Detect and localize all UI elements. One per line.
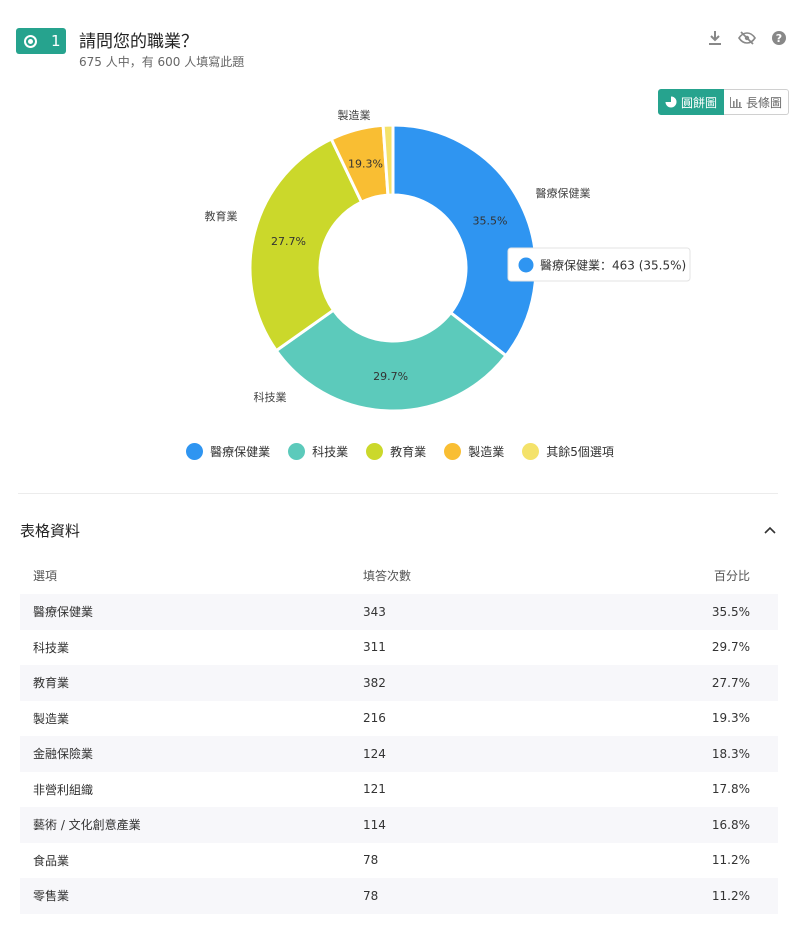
legend-item[interactable]: 製造業	[444, 443, 504, 460]
tooltip: 醫療保健業：463 (35.5%)	[507, 247, 691, 282]
cell-option: 零售業	[33, 889, 70, 904]
column-header-count: 填答次數	[363, 569, 412, 583]
legend-swatch	[366, 443, 384, 460]
download-icon[interactable]	[706, 29, 724, 47]
cell-percent: 17.8%	[711, 782, 750, 797]
table-row: 製造業 216 19.3%	[20, 701, 778, 737]
cell-percent: 35.5%	[711, 604, 750, 619]
data-table: 選項 填答次數 百分比 醫療保健業 343 35.5% 科技業 311 29.7% 教育業 3…	[20, 557, 778, 914]
cell-count: 78	[363, 853, 379, 868]
cell-percent: 29.7%	[711, 640, 750, 655]
legend-label: 醫療保健業	[210, 445, 271, 459]
slice-value-label: 35.5%	[473, 214, 508, 227]
table-row: 金融保險業 124 18.3%	[20, 736, 778, 772]
question-badge: 1	[16, 28, 66, 54]
cell-option: 藝術 / 文化創意產業	[33, 818, 141, 833]
divider	[18, 493, 778, 494]
cell-count: 124	[363, 746, 386, 761]
cell-option: 醫療保健業	[33, 605, 94, 620]
donut-slice[interactable]	[391, 123, 538, 358]
table-row: 零售業 78 11.2%	[20, 878, 778, 914]
response-summary: 675 人中，有 600 人填寫此題	[79, 55, 245, 69]
chart-legend: 醫療保健業 科技業 教育業 製造業 其餘5個選項	[0, 443, 800, 460]
eye-off-icon[interactable]	[738, 29, 756, 47]
donut-chart: 醫療保健業科技業 教育業 製造業 35.5% 29.7% 27.7% 19.3% 醫療保健…	[205, 108, 691, 413]
chevron-up-icon[interactable]	[760, 520, 780, 540]
cell-count: 114	[363, 817, 386, 832]
slice-value-label: 27.7%	[271, 235, 306, 248]
slice-category-label: 醫療保健業	[536, 186, 591, 200]
cell-count: 78	[363, 888, 379, 903]
slice-value-label: 19.3%	[348, 158, 383, 171]
legend-label: 製造業	[468, 445, 505, 459]
table-row: 非營利組織 121 17.8%	[20, 772, 778, 808]
legend-item[interactable]: 教育業	[366, 443, 426, 460]
cell-option: 金融保險業	[33, 747, 94, 762]
cell-count: 382	[363, 675, 386, 690]
question-number: 1	[51, 32, 61, 50]
cell-count: 216	[363, 711, 386, 726]
legend-swatch	[288, 443, 306, 460]
cell-percent: 11.2%	[711, 888, 750, 903]
cell-percent: 19.3%	[711, 711, 750, 726]
slice-category-label: 教育業	[205, 209, 238, 223]
help-icon[interactable]: ?	[770, 29, 788, 47]
legend-label: 科技業	[312, 445, 349, 459]
table-header-row: 選項 填答次數 百分比	[20, 557, 778, 594]
table-row: 科技業 311 29.7%	[20, 630, 778, 666]
slice-category-label: 科技業	[254, 390, 287, 404]
table-row: 食品業 78 11.2%	[20, 843, 778, 879]
cell-count: 121	[363, 782, 386, 797]
table-section-title: 表格資料	[20, 522, 81, 540]
question-toolbar: ?	[706, 29, 788, 47]
legend-item[interactable]: 醫療保健業	[186, 443, 270, 460]
radio-icon	[24, 34, 37, 48]
legend-swatch	[186, 443, 204, 460]
slice-category-label: 製造業	[338, 108, 371, 122]
svg-text:?: ?	[776, 32, 782, 45]
cell-option: 食品業	[33, 853, 70, 868]
cell-percent: 27.7%	[711, 675, 750, 690]
legend-label: 其餘5個選項	[546, 445, 614, 459]
column-header-option: 選項	[33, 569, 58, 583]
cell-option: 非營利組織	[33, 782, 94, 797]
question-title: 請問您的職業？	[79, 32, 198, 52]
table-row: 醫療保健業 343 35.5%	[20, 594, 778, 630]
column-header-percent: 百分比	[713, 569, 750, 583]
legend-item[interactable]: 其餘5個選項	[522, 443, 614, 460]
cell-option: 製造業	[33, 711, 70, 726]
legend-item[interactable]: 科技業	[288, 443, 348, 460]
tooltip-text: 醫療保健業：463 (35.5%)	[540, 259, 686, 273]
cell-percent: 11.2%	[711, 853, 750, 868]
slice-value-label: 29.7%	[373, 370, 408, 383]
cell-count: 311	[363, 640, 386, 655]
legend-swatch	[522, 443, 540, 460]
cell-count: 343	[363, 604, 386, 619]
legend-label: 教育業	[390, 445, 427, 459]
cell-option: 教育業	[33, 676, 70, 691]
table-row: 教育業 382 27.7%	[20, 665, 778, 701]
table-row: 藝術 / 文化創意產業 114 16.8%	[20, 807, 778, 843]
cell-option: 科技業	[33, 640, 70, 655]
legend-swatch	[444, 443, 462, 460]
tooltip-swatch	[518, 257, 534, 273]
cell-percent: 18.3%	[711, 746, 750, 761]
cell-percent: 16.8%	[711, 817, 750, 832]
